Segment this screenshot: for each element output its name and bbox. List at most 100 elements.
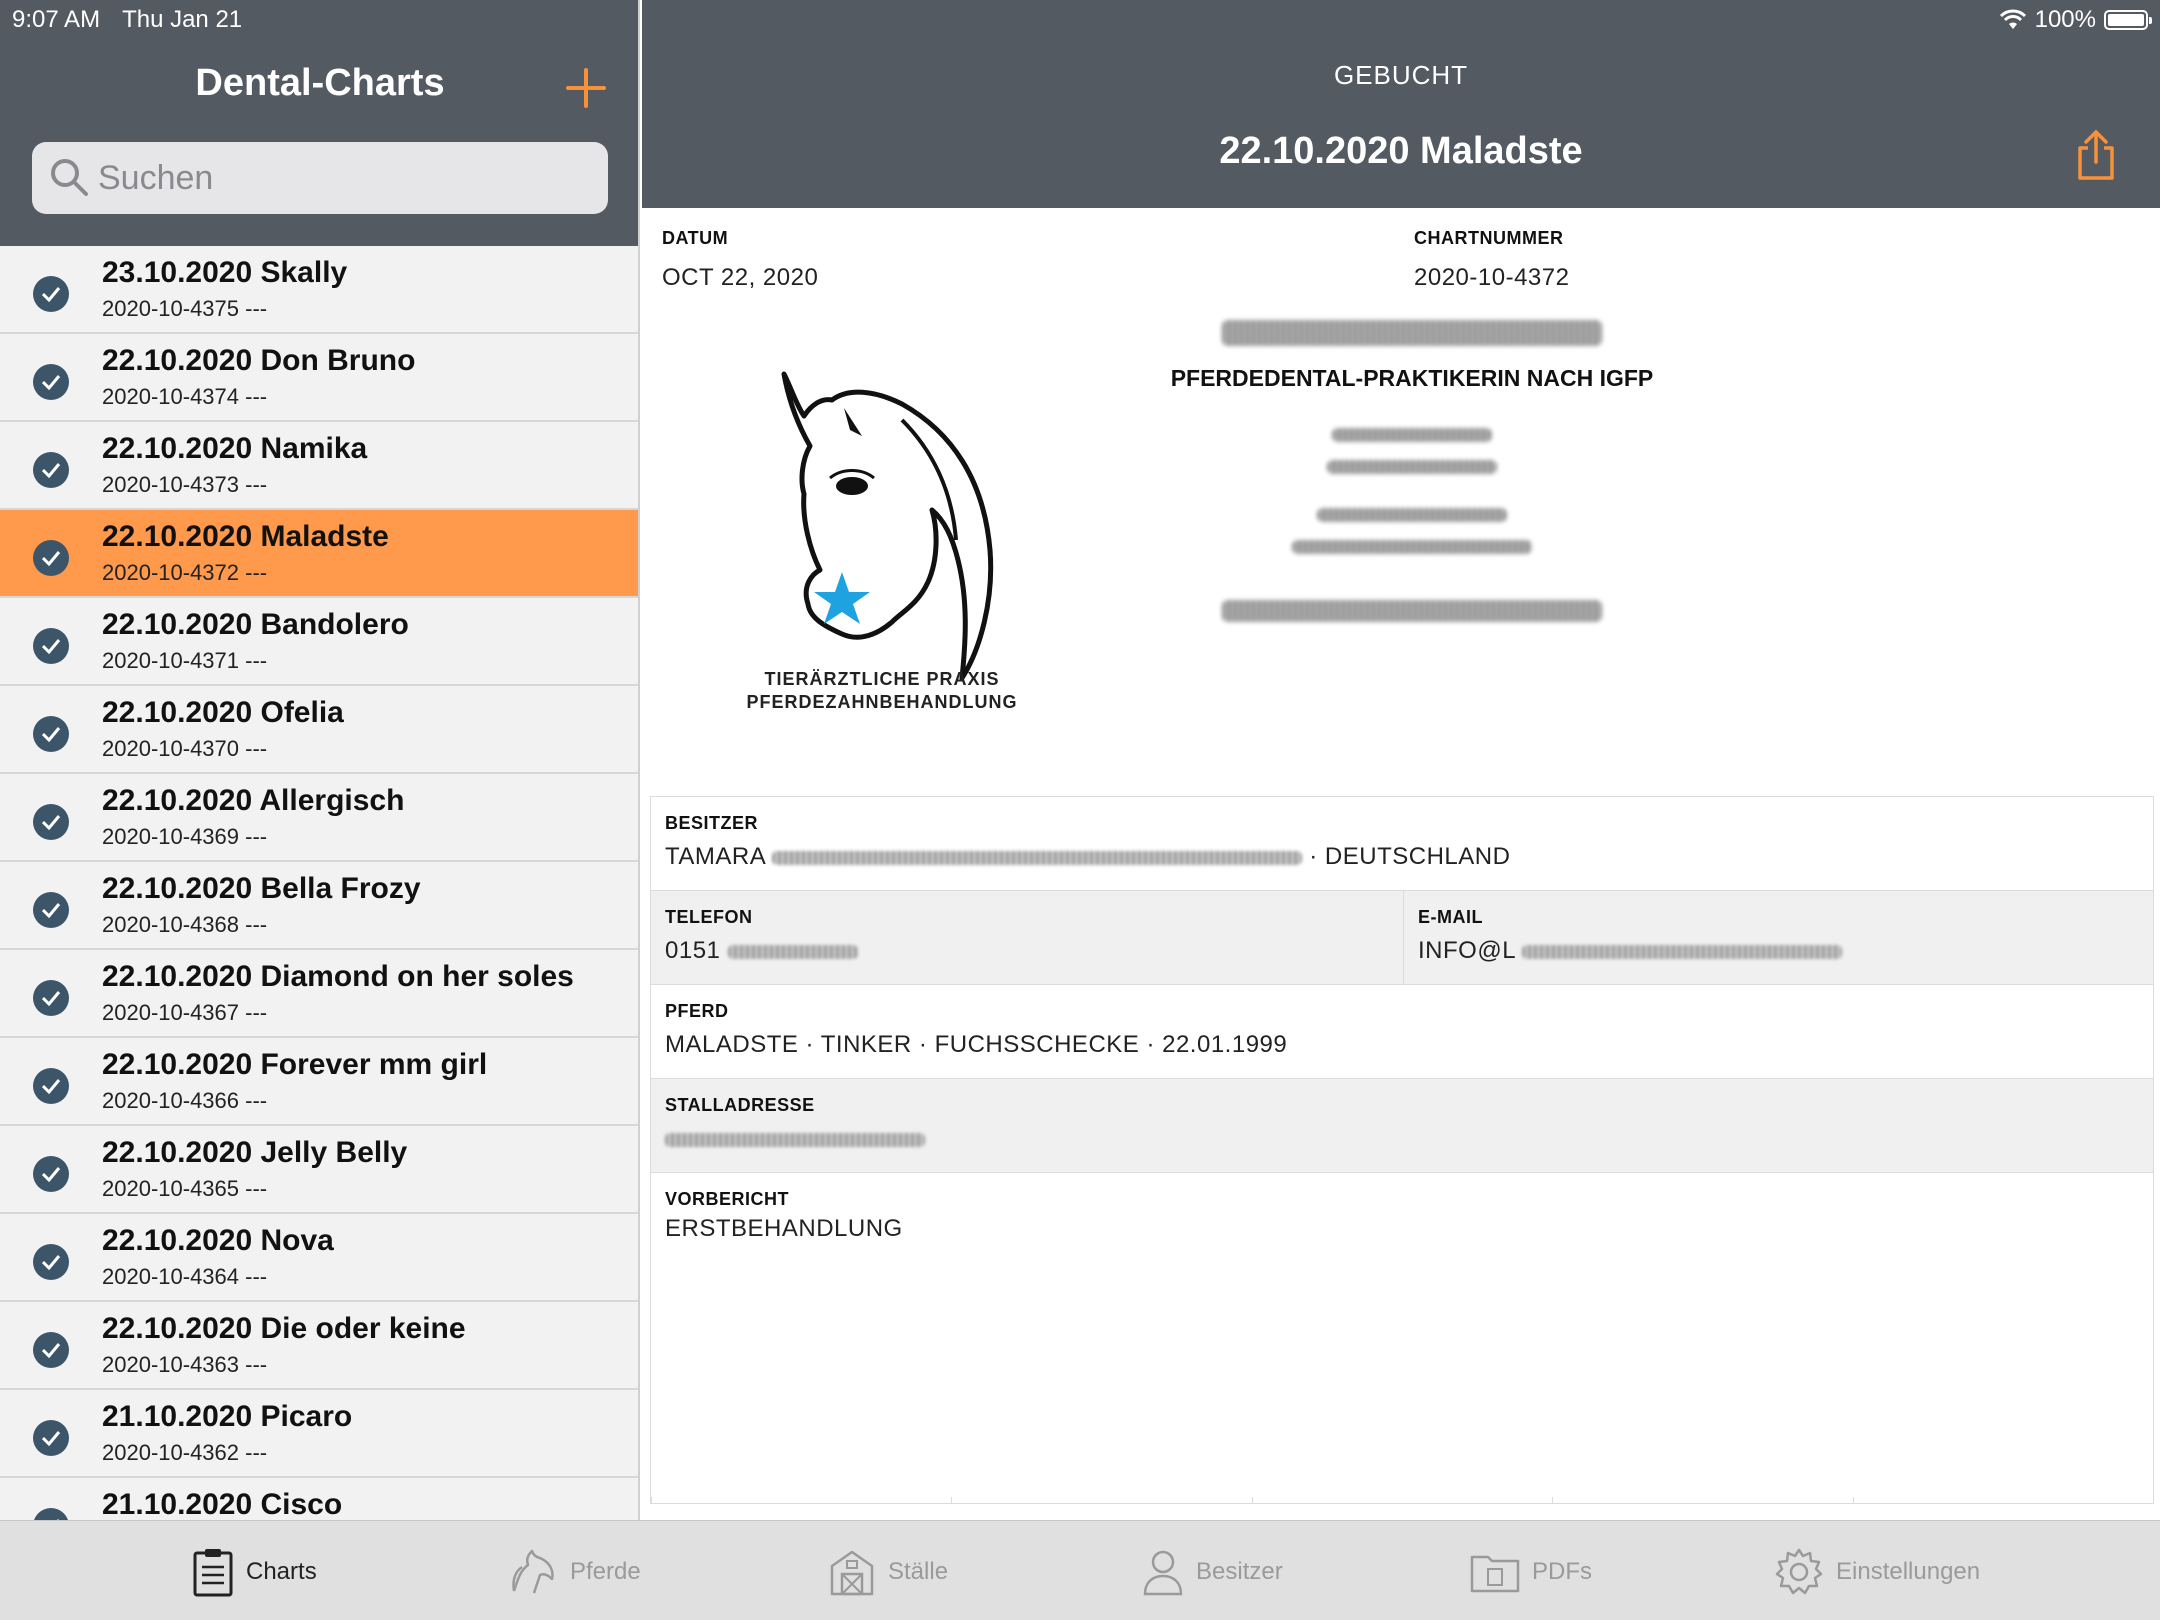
tab-pferde[interactable]: Pferde xyxy=(508,1547,641,1597)
chart-title: 22.10.2020 Die oder keine xyxy=(102,1312,466,1345)
chart-list-item[interactable]: 22.10.2020 Nova 2020-10-4364 --- xyxy=(0,1214,638,1302)
search-input[interactable] xyxy=(98,142,598,214)
tab-pdfs[interactable]: PDFs xyxy=(1470,1547,1592,1597)
email-cell: E-MAIL INFO@L xyxy=(1403,891,2155,985)
chart-number: 2020-10-4368 --- xyxy=(102,912,268,937)
chart-list-item[interactable]: 21.10.2020 Cisco xyxy=(0,1478,638,1520)
redacted-name xyxy=(1222,320,1602,346)
horse-logo xyxy=(781,371,994,681)
chart-number: 2020-10-4364 --- xyxy=(102,1264,268,1289)
check-icon xyxy=(33,980,69,1016)
vorbericht-label: VORBERICHT xyxy=(665,1189,790,1209)
chart-number: 2020-10-4369 --- xyxy=(102,824,268,849)
telefon-prefix: 0151 xyxy=(665,937,721,964)
check-icon xyxy=(33,628,69,664)
chart-list[interactable]: 23.10.2020 Skally 2020-10-4375 --- 22.10… xyxy=(0,246,638,1520)
chart-number: 2020-10-4374 --- xyxy=(102,384,268,409)
tab-label: Pferde xyxy=(570,1558,641,1585)
email-prefix: INFO@L xyxy=(1418,937,1516,964)
tab-einstellungen[interactable]: Einstellungen xyxy=(1774,1547,1980,1597)
check-icon xyxy=(33,1244,69,1280)
tab-label: Ställe xyxy=(888,1558,949,1585)
tab-besitzer[interactable]: Besitzer xyxy=(1142,1547,1283,1597)
besitzer-value: TAMARA · DEUTSCHLAND xyxy=(665,843,1510,871)
check-icon xyxy=(33,1068,69,1104)
stalladresse-row: STALLADRESSE xyxy=(651,1079,2153,1173)
chart-list-item[interactable]: 22.10.2020 Allergisch 2020-10-4369 --- xyxy=(0,774,638,862)
sidebar: Dental-Charts 23.10.2020 Skally 2020-10-… xyxy=(0,0,640,1520)
chart-number: 2020-10-4365 --- xyxy=(102,1176,268,1201)
chart-list-item[interactable]: 22.10.2020 Don Bruno 2020-10-4374 --- xyxy=(0,334,638,422)
clipboard-icon xyxy=(193,1549,233,1597)
besitzer-country: · DEUTSCHLAND xyxy=(1309,843,1511,870)
tab-charts[interactable]: Charts xyxy=(192,1547,317,1597)
share-icon[interactable] xyxy=(2072,128,2120,182)
tab-label: Besitzer xyxy=(1196,1558,1283,1585)
chart-list-item[interactable]: 21.10.2020 Picaro 2020-10-4362 --- xyxy=(0,1390,638,1478)
chart-number: 2020-10-4367 --- xyxy=(102,1000,268,1025)
chart-number: 2020-10-4370 --- xyxy=(102,736,268,761)
chart-number: 2020-10-4366 --- xyxy=(102,1088,268,1113)
chart-list-item[interactable]: 23.10.2020 Skally 2020-10-4375 --- xyxy=(0,246,638,334)
chart-list-item[interactable]: 22.10.2020 Diamond on her soles 2020-10-… xyxy=(0,950,638,1038)
check-icon xyxy=(33,804,69,840)
check-icon xyxy=(33,1332,69,1368)
check-icon xyxy=(33,716,69,752)
folder-icon xyxy=(1470,1555,1520,1593)
battery-icon xyxy=(2104,10,2152,30)
barn-icon xyxy=(830,1550,874,1596)
check-icon xyxy=(33,540,69,576)
vorbericht-row: VORBERICHT ERSTBEHANDLUNG xyxy=(651,1173,2153,1503)
chart-list-item[interactable]: 22.10.2020 Namika 2020-10-4373 --- xyxy=(0,422,638,510)
chart-title: 22.10.2020 Maladste xyxy=(102,520,389,553)
check-icon xyxy=(33,892,69,928)
table-divider xyxy=(651,1497,2153,1503)
search-box[interactable] xyxy=(32,142,608,214)
check-icon xyxy=(33,1508,69,1520)
tab-label: Charts xyxy=(246,1558,317,1585)
chart-title: 22.10.2020 Allergisch xyxy=(102,784,405,817)
redacted-address-line xyxy=(1332,428,1492,442)
chart-number: 2020-10-4363 --- xyxy=(102,1352,268,1377)
chart-list-item[interactable]: 22.10.2020 Ofelia 2020-10-4370 --- xyxy=(0,686,638,774)
datum-label: DATUM xyxy=(662,228,729,248)
status-bar: 9:07 AM Thu Jan 21 100% xyxy=(0,0,2160,40)
chart-list-item[interactable]: 22.10.2020 Jelly Belly 2020-10-4365 --- xyxy=(0,1126,638,1214)
stalladresse-value xyxy=(665,1125,925,1153)
detail-title: 22.10.2020 Maladste xyxy=(1219,130,1583,172)
tab-label: PDFs xyxy=(1532,1558,1592,1585)
chart-list-item[interactable]: 22.10.2020 Die oder keine 2020-10-4363 -… xyxy=(0,1302,638,1390)
add-chart-button[interactable] xyxy=(564,66,608,110)
redacted-address-line xyxy=(1317,508,1507,522)
check-icon xyxy=(33,364,69,400)
pferd-label: PFERD xyxy=(665,1001,729,1021)
person-icon xyxy=(1143,1550,1183,1596)
besitzer-row: BESITZER TAMARA · DEUTSCHLAND xyxy=(651,797,2153,891)
chart-list-item-selected[interactable]: 22.10.2020 Maladste 2020-10-4372 --- xyxy=(0,510,638,598)
logo-text: TIERÄRZTLICHE PRAXIS PFERDEZAHNBEHANDLUN… xyxy=(662,668,1102,714)
redacted-address-line xyxy=(1327,460,1497,474)
check-icon xyxy=(33,1156,69,1192)
practitioner-block: PFERDEDENTAL-PRAKTIKERIN NACH IGFP xyxy=(1162,320,1662,622)
datum-value: OCT 22, 2020 xyxy=(662,264,819,291)
redacted-phone xyxy=(1222,600,1602,622)
redacted-email xyxy=(1522,944,1843,959)
besitzer-name: TAMARA xyxy=(665,843,765,870)
chart-list-item[interactable]: 22.10.2020 Forever mm girl 2020-10-4366 … xyxy=(0,1038,638,1126)
info-table: BESITZER TAMARA · DEUTSCHLAND TELEFON 01… xyxy=(650,796,2154,1504)
tab-staelle[interactable]: Ställe xyxy=(828,1547,948,1597)
chart-number: 2020-10-4372 --- xyxy=(102,560,268,585)
logo-text-line2: PFERDEZAHNBEHANDLUNG xyxy=(746,692,1018,712)
telefon-cell: TELEFON 0151 xyxy=(651,891,1403,985)
horse-icon xyxy=(512,1549,554,1594)
chart-title: 21.10.2020 Cisco xyxy=(102,1488,343,1520)
vorbericht-value: ERSTBEHANDLUNG xyxy=(665,1215,903,1242)
logo-text-line1: TIERÄRZTLICHE PRAXIS xyxy=(764,669,1000,689)
pferd-row: PFERD MALADSTE · TINKER · FUCHSSCHECKE ·… xyxy=(651,985,2153,1079)
chart-list-item[interactable]: 22.10.2020 Bella Frozy 2020-10-4368 --- xyxy=(0,862,638,950)
chart-title: 22.10.2020 Don Bruno xyxy=(102,344,416,377)
chart-list-item[interactable]: 22.10.2020 Bandolero 2020-10-4371 --- xyxy=(0,598,638,686)
redacted-phone-number xyxy=(727,944,858,959)
check-icon xyxy=(33,1420,69,1456)
tab-bar: Charts Pferde Ställe Besitzer PDFs Einst… xyxy=(0,1520,2160,1620)
